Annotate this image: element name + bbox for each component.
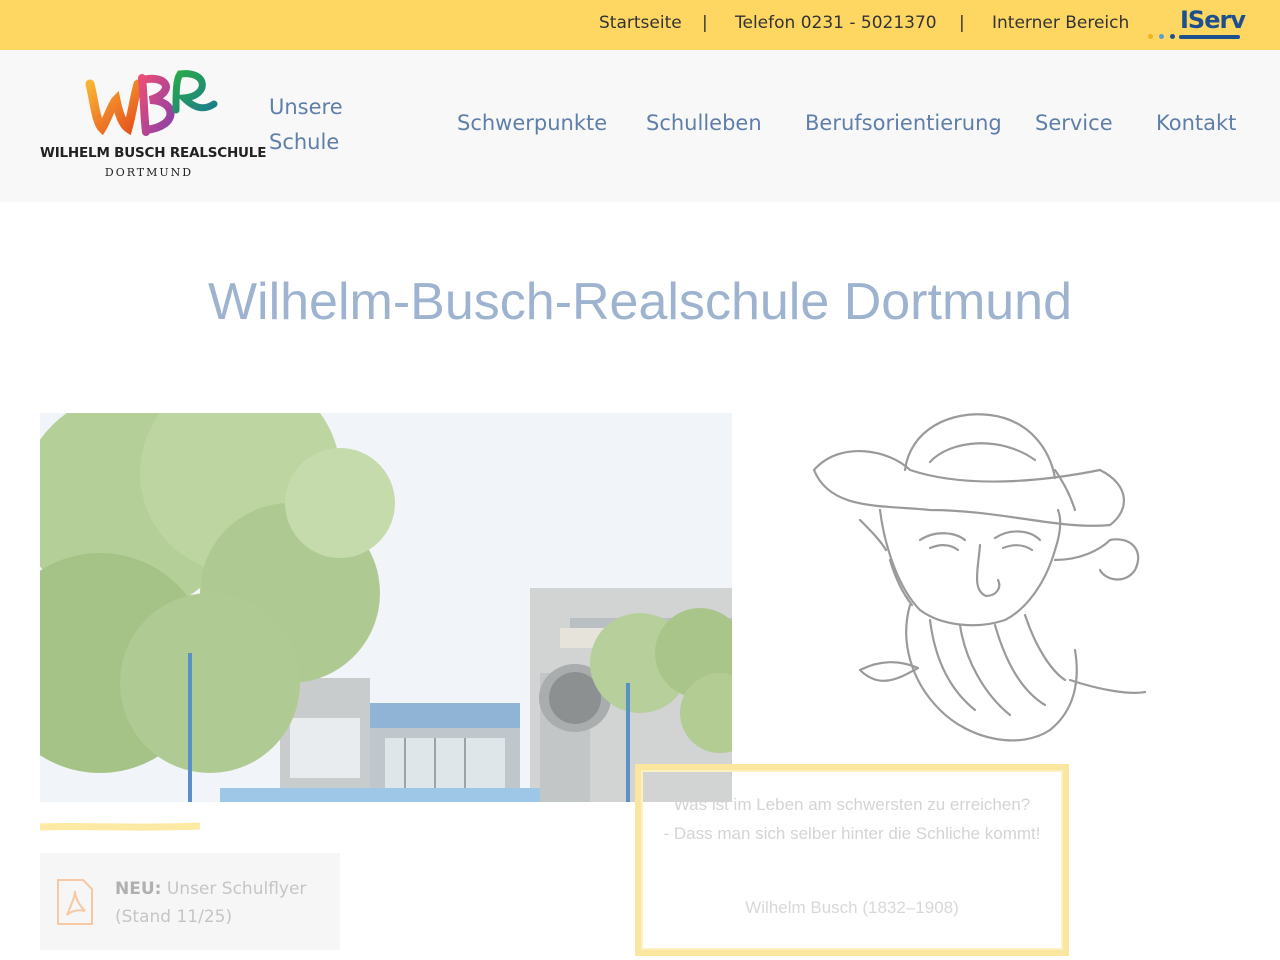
nav-schulleben[interactable]: Schulleben bbox=[646, 111, 762, 135]
wbr-logo-icon bbox=[85, 70, 218, 136]
quote-box: Was ist im Leben am schwersten zu erreic… bbox=[635, 764, 1069, 956]
iserv-label: IServ bbox=[1180, 6, 1246, 34]
top-bar: Startseite | Telefon 0231 - 5021370 | In… bbox=[0, 0, 1280, 50]
dot-icon bbox=[1170, 34, 1175, 39]
logo-name: WILHELM BUSCH REALSCHULE bbox=[40, 145, 267, 161]
nav-service[interactable]: Service bbox=[1035, 111, 1113, 135]
main-header: WILHELM BUSCH REALSCHULE DORTMUND Unsere… bbox=[0, 50, 1280, 202]
nav-berufsorientierung[interactable]: Berufsorientierung bbox=[805, 111, 1002, 135]
logo-city: DORTMUND bbox=[104, 166, 194, 179]
nav-schwerpunkte[interactable]: Schwerpunkte bbox=[457, 111, 607, 135]
page-title: Wilhelm-Busch-Realschule Dortmund bbox=[207, 273, 1073, 331]
quote-line-2: - Dass man sich selber hinter die Schlic… bbox=[663, 824, 1041, 843]
flyer-download-card[interactable]: NEU: Unser Schulflyer (Stand 11/25) bbox=[40, 853, 340, 950]
quote-author: Wilhelm Busch (1832–1908) bbox=[745, 898, 959, 917]
quote-text: Was ist im Leben am schwersten zu erreic… bbox=[655, 790, 1049, 848]
flyer-new-label: NEU: bbox=[115, 879, 162, 899]
pdf-icon bbox=[57, 879, 93, 925]
interner-bereich-link[interactable]: Interner Bereich bbox=[992, 13, 1129, 33]
nav-kontakt[interactable]: Kontakt bbox=[1156, 111, 1236, 135]
wilhelm-busch-portrait bbox=[812, 413, 1147, 742]
telefon-link[interactable]: Telefon 0231 - 5021370 bbox=[735, 13, 937, 33]
yellow-divider bbox=[40, 822, 200, 831]
startseite-link[interactable]: Startseite bbox=[599, 13, 682, 33]
quote-line-1: Was ist im Leben am schwersten zu erreic… bbox=[673, 795, 1031, 814]
separator: | bbox=[702, 13, 708, 33]
iserv-underline bbox=[1179, 35, 1240, 39]
iserv-logo-link[interactable]: IServ bbox=[1148, 6, 1246, 44]
nav-unsere-schule[interactable]: Unsere Schule bbox=[269, 90, 359, 160]
school-logo[interactable]: WILHELM BUSCH REALSCHULE DORTMUND bbox=[40, 70, 267, 182]
school-building-photo bbox=[40, 413, 732, 802]
dot-icon bbox=[1148, 34, 1153, 39]
dot-icon bbox=[1159, 34, 1164, 39]
separator: | bbox=[959, 13, 965, 33]
flyer-text: NEU: Unser Schulflyer (Stand 11/25) bbox=[115, 875, 325, 931]
